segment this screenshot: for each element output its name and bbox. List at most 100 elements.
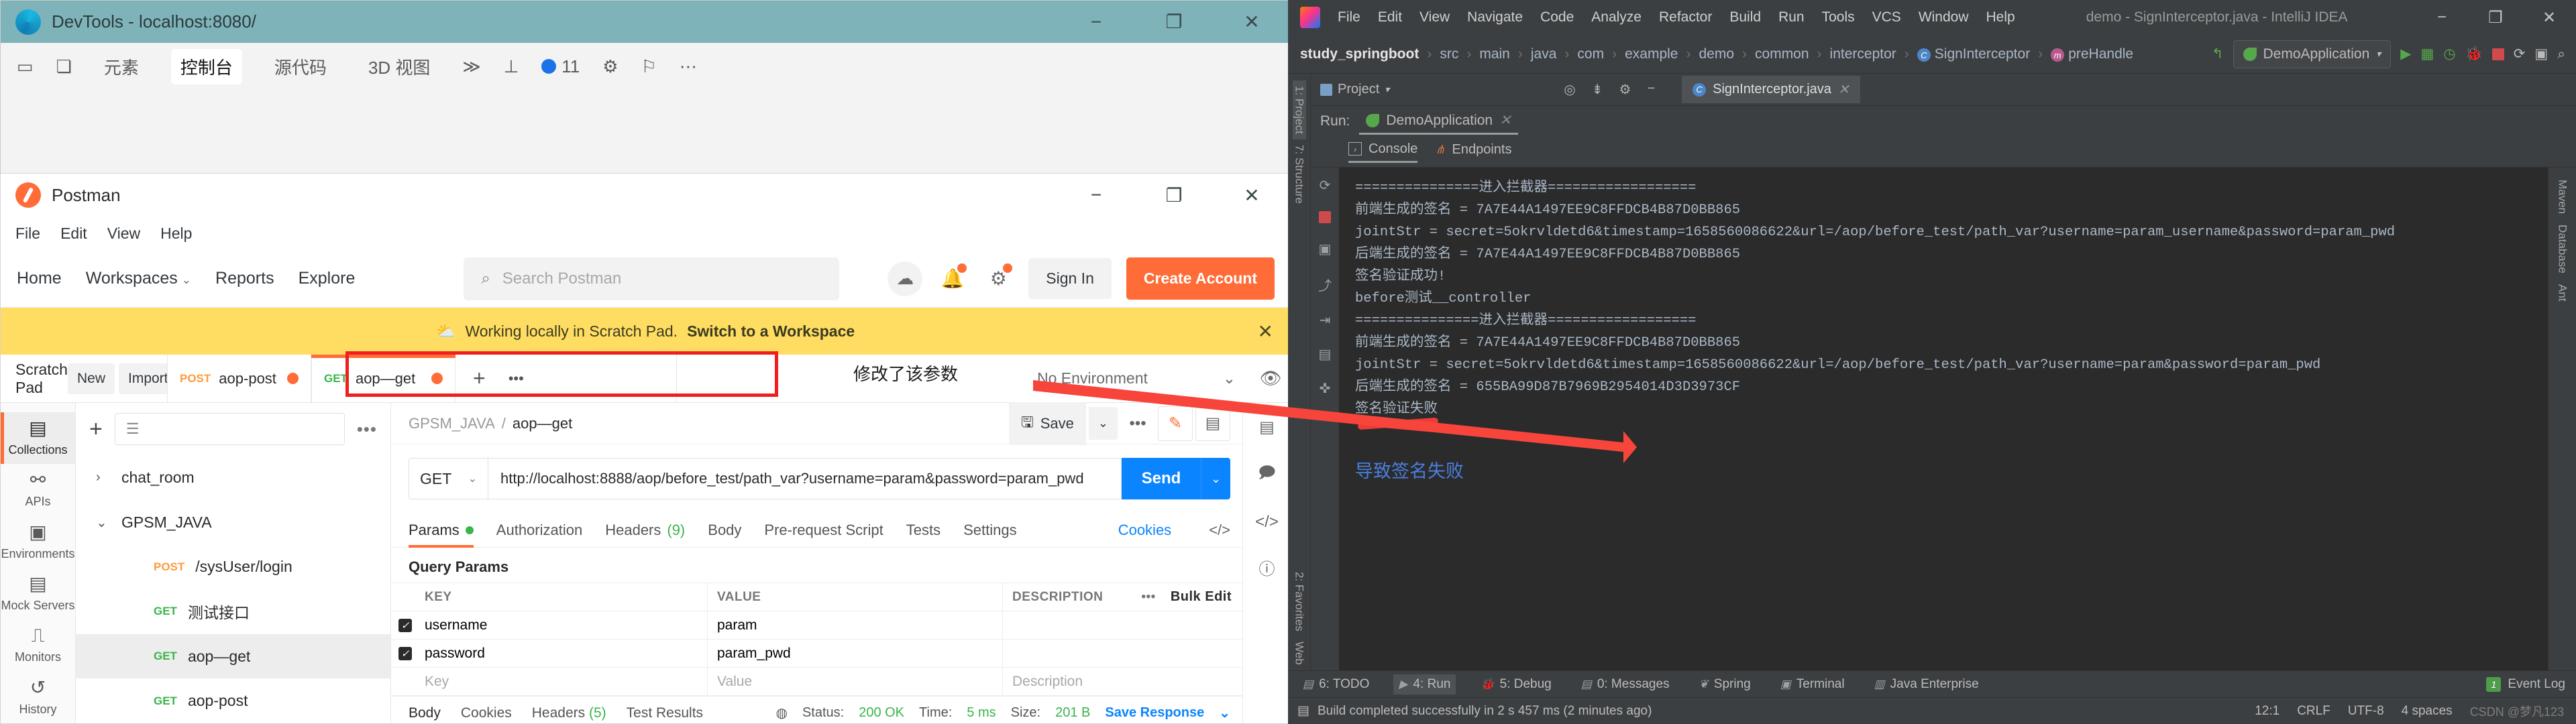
update-app-icon[interactable]: ⟳: [2514, 46, 2526, 62]
debug-icon[interactable]: 🐞: [2465, 46, 2483, 62]
line-separator[interactable]: CRLF: [2297, 704, 2330, 719]
run-icon[interactable]: ▶: [2400, 46, 2411, 62]
collections-more-icon[interactable]: •••: [357, 419, 377, 440]
tool-window-structure[interactable]: 7: Structure: [1293, 139, 1306, 209]
tool-window-web[interactable]: Web: [1293, 636, 1306, 670]
screenshot-icon[interactable]: ▣: [1319, 241, 1332, 257]
back-arrow-icon[interactable]: ↰: [2212, 46, 2224, 62]
param-description[interactable]: [1003, 640, 1108, 668]
tab-headers[interactable]: Headers (9): [605, 513, 685, 548]
tool-window-java-enterprise[interactable]: ▥ Java Enterprise: [1869, 674, 1984, 695]
close-icon[interactable]: ✕: [2522, 0, 2576, 35]
close-icon[interactable]: ✕: [1838, 81, 1849, 98]
environment-quicklook-icon[interactable]: 👁: [1250, 355, 1291, 402]
pin-icon[interactable]: ✜: [1320, 380, 1331, 397]
sidebar-item-monitors[interactable]: ⎍ Monitors: [1, 619, 75, 671]
breadcrumb-main[interactable]: main: [1479, 46, 1510, 62]
documentation-icon[interactable]: ▤: [1195, 406, 1230, 441]
param-description-placeholder[interactable]: Description: [1003, 668, 1108, 696]
tool-window-todo[interactable]: ▤ 6: TODO: [1297, 674, 1375, 695]
collection-row-chat-room[interactable]: › chat_room: [76, 455, 390, 500]
info-icon[interactable]: ⓘ: [1259, 556, 1275, 579]
url-input[interactable]: http://localhost:8888/aop/before_test/pa…: [488, 458, 1122, 499]
settings-icon[interactable]: ⚙: [602, 56, 618, 77]
profile-icon[interactable]: ◷: [2443, 46, 2455, 62]
stop-icon[interactable]: [1319, 211, 1331, 223]
run-tab-demoapplication[interactable]: DemoApplication ✕: [1359, 108, 1518, 135]
notifications-icon[interactable]: 🔔: [937, 263, 968, 294]
chevron-down-icon[interactable]: ⌄: [1219, 705, 1230, 721]
menu-code[interactable]: Code: [1540, 9, 1574, 25]
rerun-icon[interactable]: ⟳: [1320, 177, 1331, 194]
request-tab-aop-get[interactable]: GET aop—get: [311, 355, 455, 402]
stop-icon[interactable]: [2491, 48, 2504, 60]
request-tab-aop-post[interactable]: POST aop-post: [167, 355, 311, 402]
code-icon[interactable]: </>: [1255, 513, 1279, 532]
tab-authorization[interactable]: Authorization: [496, 513, 582, 548]
select-opened-file-icon[interactable]: ▣: [2534, 46, 2548, 62]
response-tab-test-results[interactable]: Test Results: [627, 705, 703, 721]
menu-build[interactable]: Build: [1729, 9, 1761, 25]
postman-window-controls[interactable]: − ❐ ✕: [1057, 174, 1291, 217]
menu-vcs[interactable]: VCS: [1872, 9, 1901, 25]
event-log-button[interactable]: 1 Event Log: [2486, 676, 2576, 692]
menu-refactor[interactable]: Refactor: [1659, 9, 1712, 25]
devtools-tab-3dview[interactable]: 3D 视图: [359, 49, 439, 84]
tab-tests[interactable]: Tests: [906, 513, 941, 548]
breadcrumb-common[interactable]: common: [1755, 46, 1809, 62]
tab-params[interactable]: Params: [409, 513, 474, 548]
sign-in-button[interactable]: Sign In: [1028, 258, 1112, 299]
menu-edit[interactable]: Edit: [60, 225, 87, 243]
exit-icon[interactable]: ⇥: [1320, 312, 1331, 328]
more-tabs-icon[interactable]: ⊥: [504, 56, 519, 77]
row-checkbox[interactable]: ✓: [391, 618, 419, 632]
issues-badge[interactable]: 11: [541, 56, 580, 77]
dock-icon[interactable]: ⚐: [641, 56, 657, 77]
collapse-all-icon[interactable]: ⇟: [1592, 81, 1603, 98]
save-dropdown-button[interactable]: ⌄: [1088, 407, 1118, 440]
indent-setting[interactable]: 4 spaces: [2402, 704, 2453, 719]
file-encoding[interactable]: UTF-8: [2348, 704, 2384, 719]
tab-options-icon[interactable]: •••: [508, 370, 524, 387]
tool-window-maven[interactable]: Maven: [2556, 174, 2569, 219]
menu-tools[interactable]: Tools: [1822, 9, 1855, 25]
table-row[interactable]: ✓ password param_pwd: [391, 639, 1242, 668]
breadcrumb-example[interactable]: example: [1625, 46, 1678, 62]
bulk-edit-button[interactable]: Bulk Edit: [1171, 589, 1232, 605]
menu-help[interactable]: Help: [160, 225, 192, 243]
http-method-select[interactable]: GET ⌄: [409, 458, 488, 499]
send-dropdown-icon[interactable]: ⌄: [1201, 458, 1230, 499]
tab-pre-request-script[interactable]: Pre-request Script: [764, 513, 883, 548]
comments-icon[interactable]: 🗩: [1258, 461, 1276, 489]
minimize-icon[interactable]: −: [2415, 0, 2469, 35]
tool-window-terminal[interactable]: ▣ Terminal: [1775, 674, 1850, 695]
param-value[interactable]: param_pwd: [708, 639, 1003, 668]
table-row-empty[interactable]: Key Value Description: [391, 667, 1242, 696]
sync-off-icon[interactable]: ☁: [888, 261, 923, 296]
create-account-button[interactable]: Create Account: [1126, 257, 1275, 300]
sidebar-item-environments[interactable]: ▣ Environments: [1, 516, 75, 568]
request-row-aop-post[interactable]: GET aop-post: [76, 678, 390, 723]
save-button[interactable]: 🖫 Save: [1009, 402, 1086, 445]
menu-help[interactable]: Help: [1986, 9, 2015, 25]
tab-body[interactable]: Body: [708, 513, 741, 548]
nav-reports[interactable]: Reports: [215, 269, 274, 288]
menu-analyze[interactable]: Analyze: [1591, 9, 1642, 25]
collections-filter-input[interactable]: ☰: [114, 413, 345, 446]
tab-console[interactable]: › Console: [1348, 141, 1418, 163]
environment-selector[interactable]: No Environment ⌄: [1022, 355, 1250, 402]
console-output[interactable]: ===============进入拦截器================== 前…: [1339, 168, 2548, 670]
thread-dump-icon[interactable]: ⤴: [1318, 275, 1332, 294]
row-checkbox[interactable]: ✓: [391, 646, 419, 660]
tool-window-database[interactable]: Database: [2556, 219, 2569, 279]
cookies-link[interactable]: Cookies: [1118, 522, 1171, 539]
sidebar-item-collections[interactable]: ▤ Collections: [1, 412, 75, 465]
param-value-placeholder[interactable]: Value: [708, 667, 1003, 696]
request-row-test-interface[interactable]: GET 测试接口: [76, 589, 390, 634]
collection-row-gpsm-java[interactable]: ⌄ GPSM_JAVA: [76, 500, 390, 545]
settings-icon[interactable]: ⚙: [1619, 81, 1631, 98]
breadcrumb-class[interactable]: C SignInterceptor: [1917, 46, 2030, 62]
maximize-icon[interactable]: ❐: [2469, 0, 2522, 35]
maximize-icon[interactable]: ❐: [1135, 174, 1213, 217]
overflow-icon[interactable]: ⋯: [680, 56, 697, 77]
